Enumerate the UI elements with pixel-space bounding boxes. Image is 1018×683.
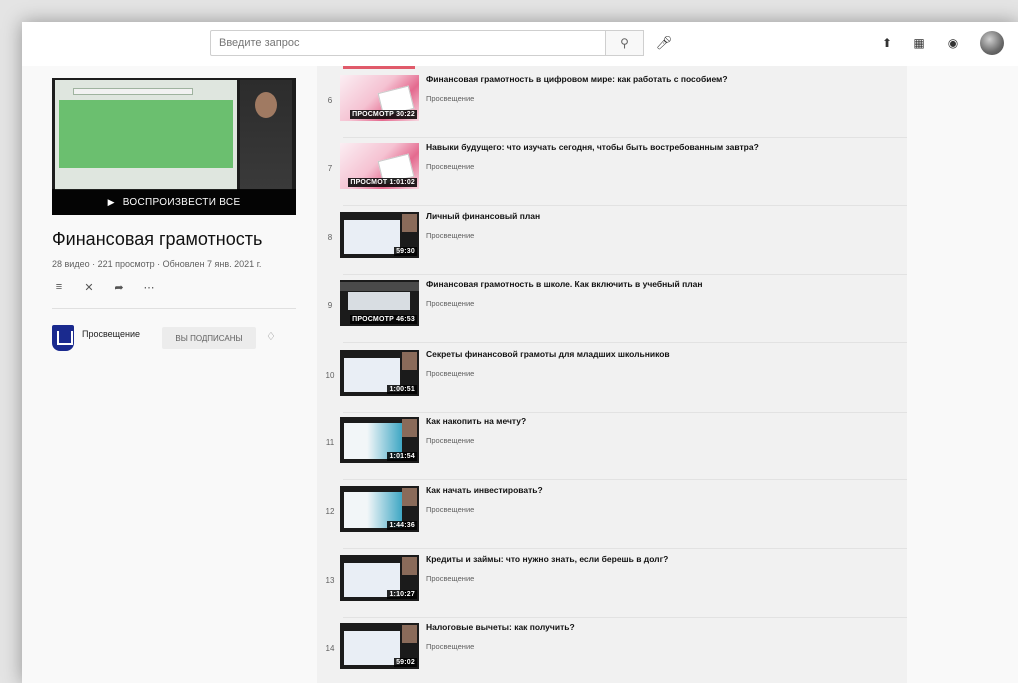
duration-badge: 1:01:54 bbox=[387, 452, 417, 461]
video-thumbnail[interactable]: 59:02 bbox=[340, 623, 419, 669]
playlist-item[interactable]: 11 1:01:54 Как накопить на мечту? Просвещен… bbox=[317, 412, 907, 480]
video-title[interactable]: Кредиты и займы: что нужно знать, если б… bbox=[426, 554, 668, 564]
duration-badge: 59:30 bbox=[394, 247, 417, 256]
playlist-item[interactable]: 13 1:10:27 Кредиты и займы: что нужно знат… bbox=[317, 550, 907, 618]
video-channel[interactable]: Просвещение bbox=[426, 299, 474, 308]
bell-icon: ◉ bbox=[947, 36, 959, 50]
bell-icon[interactable]: ♢ bbox=[266, 330, 276, 343]
video-title[interactable]: Личный финансовый план bbox=[426, 211, 540, 221]
row-divider bbox=[343, 479, 907, 480]
subscribed-button[interactable]: ВЫ ПОДПИСАНЫ bbox=[162, 327, 256, 349]
item-index: 7 bbox=[327, 164, 333, 173]
video-channel[interactable]: Просвещение bbox=[426, 94, 474, 103]
apps-button[interactable]: ▦ bbox=[910, 34, 928, 52]
video-channel[interactable]: Просвещение bbox=[426, 642, 474, 651]
row-divider bbox=[343, 342, 907, 343]
video-thumbnail[interactable]: 1:01:54 bbox=[340, 417, 419, 463]
slide-preview bbox=[55, 80, 237, 190]
notifications-button[interactable]: ◉ bbox=[944, 34, 962, 52]
play-icon: ▶ bbox=[107, 196, 115, 207]
search-icon: ⚲ bbox=[620, 36, 629, 50]
more-icon[interactable]: ⋯ bbox=[142, 281, 156, 294]
video-title[interactable]: Как начать инвестировать? bbox=[426, 485, 543, 495]
duration-badge: 59:02 bbox=[394, 658, 417, 667]
channel-logo[interactable] bbox=[52, 325, 74, 351]
top-bar: ⚲ 🎤︎ ⬆ ▦ ◉ bbox=[22, 22, 1018, 66]
row-divider bbox=[343, 548, 907, 549]
video-channel[interactable]: Просвещение bbox=[426, 505, 474, 514]
playlist-video-list: 6 ПРОСМОТР 30:22 Финансовая грамотность в … bbox=[317, 66, 907, 683]
upload-button[interactable]: ⬆ bbox=[878, 34, 896, 52]
duration-badge: 1:10:27 bbox=[387, 590, 417, 599]
mic-button[interactable]: 🎤︎ bbox=[654, 33, 674, 53]
video-thumbnail[interactable]: ПРОСМОТР 30:22 bbox=[340, 75, 419, 121]
search-button[interactable]: ⚲ bbox=[606, 30, 644, 56]
avatar[interactable] bbox=[980, 31, 1004, 55]
apps-grid-icon: ▦ bbox=[913, 36, 925, 50]
share-icon[interactable]: ➦ bbox=[112, 281, 126, 294]
playlist-actions: ≡ ✕ ➦ ⋯ bbox=[52, 281, 300, 294]
video-channel[interactable]: Просвещение bbox=[426, 231, 474, 240]
mic-icon: 🎤︎ bbox=[655, 35, 673, 50]
play-all-button[interactable]: ▶ ВОСПРОИЗВЕСТИ ВСЕ bbox=[52, 189, 296, 215]
video-thumbnail[interactable]: ПРОСМОТР 46:53 bbox=[340, 280, 419, 326]
video-channel[interactable]: Просвещение bbox=[426, 369, 474, 378]
item-index: 10 bbox=[325, 371, 335, 380]
duration-badge: 1:44:36 bbox=[387, 521, 417, 530]
playlist-item[interactable]: 14 59:02 Налоговые вычеты: как получить? Пр… bbox=[317, 618, 907, 683]
page-margin bbox=[907, 66, 1018, 683]
playlist-thumbnail[interactable]: ▶ ВОСПРОИЗВЕСТИ ВСЕ bbox=[52, 78, 296, 215]
video-title[interactable]: Навыки будущего: что изучать сегодня, чт… bbox=[426, 142, 759, 152]
duration-badge: ПРОСМОТ 1:01:02 bbox=[348, 178, 417, 187]
shuffle-icon[interactable]: ✕ bbox=[82, 281, 96, 294]
playlist-item[interactable]: 10 1:00:51 Секреты финансовой грамоты для … bbox=[317, 345, 907, 413]
row-divider bbox=[343, 205, 907, 206]
presenter-video bbox=[240, 80, 292, 190]
video-channel[interactable]: Просвещение bbox=[426, 574, 474, 583]
search-box[interactable] bbox=[210, 30, 606, 56]
playlist-item[interactable]: 7 ПРОСМОТ 1:01:02 Навыки будущего: что изу… bbox=[317, 138, 907, 206]
playlist-item[interactable]: 12 1:44:36 Как начать инвестировать? Просве… bbox=[317, 481, 907, 549]
video-channel[interactable]: Просвещение bbox=[426, 436, 474, 445]
video-thumbnail[interactable]: ПРОСМОТ 1:01:02 bbox=[340, 143, 419, 189]
item-index: 11 bbox=[325, 438, 335, 447]
video-title[interactable]: Как накопить на мечту? bbox=[426, 416, 526, 426]
playlist-sidebar: ▶ ВОСПРОИЗВЕСТИ ВСЕ Финансовая грамотнос… bbox=[52, 78, 300, 365]
playlist-meta: 28 видео · 221 просмотр · Обновлен 7 янв… bbox=[52, 259, 262, 269]
playlist-item[interactable]: 8 59:30 Личный финансовый план Просвещение bbox=[317, 207, 907, 275]
duration-badge: ПРОСМОТР 30:22 bbox=[350, 110, 417, 119]
playlist-item[interactable]: 9 ПРОСМОТР 46:53 Финансовая грамотность в … bbox=[317, 275, 907, 343]
item-index: 13 bbox=[325, 576, 335, 585]
slide-content bbox=[59, 100, 233, 168]
video-title[interactable]: Финансовая грамотность в школе. Как вклю… bbox=[426, 279, 703, 289]
item-index: 9 bbox=[327, 301, 333, 310]
channel-name[interactable]: Просвещение bbox=[82, 329, 140, 339]
search-input[interactable] bbox=[211, 31, 605, 55]
playlist-owner: Просвещение ВЫ ПОДПИСАНЫ ♢ bbox=[52, 325, 300, 365]
video-channel[interactable]: Просвещение bbox=[426, 162, 474, 171]
upload-icon: ⬆ bbox=[881, 36, 893, 50]
browser-frame: ⚲ 🎤︎ ⬆ ▦ ◉ ▶ ВОСПРОИЗВЕСТИ ВСЕ Фина bbox=[22, 22, 1018, 683]
playlist-item[interactable]: 6 ПРОСМОТР 30:22 Финансовая грамотность в … bbox=[317, 70, 907, 138]
slide-title-bar bbox=[73, 88, 193, 95]
duration-badge: ПРОСМОТР 46:53 bbox=[350, 315, 417, 324]
add-to-queue-icon[interactable]: ≡ bbox=[52, 281, 66, 294]
video-thumbnail[interactable]: 1:44:36 bbox=[340, 486, 419, 532]
duration-badge: 1:00:51 bbox=[387, 385, 417, 394]
play-all-label: ВОСПРОИЗВЕСТИ ВСЕ bbox=[122, 196, 241, 208]
item-index: 6 bbox=[327, 96, 333, 105]
watch-progress-bar bbox=[343, 66, 415, 69]
item-index: 8 bbox=[327, 233, 333, 242]
item-index: 14 bbox=[325, 644, 335, 653]
playlist-title: Финансовая грамотность bbox=[52, 229, 263, 249]
item-index: 12 bbox=[325, 507, 335, 516]
video-thumbnail[interactable]: 59:30 bbox=[340, 212, 419, 258]
video-thumbnail[interactable]: 1:10:27 bbox=[340, 555, 419, 601]
video-thumbnail[interactable]: 1:00:51 bbox=[340, 350, 419, 396]
video-title[interactable]: Секреты финансовой грамоты для младших ш… bbox=[426, 349, 670, 359]
video-title[interactable]: Финансовая грамотность в цифровом мире: … bbox=[426, 74, 728, 84]
video-title[interactable]: Налоговые вычеты: как получить? bbox=[426, 622, 575, 632]
divider bbox=[52, 308, 296, 309]
